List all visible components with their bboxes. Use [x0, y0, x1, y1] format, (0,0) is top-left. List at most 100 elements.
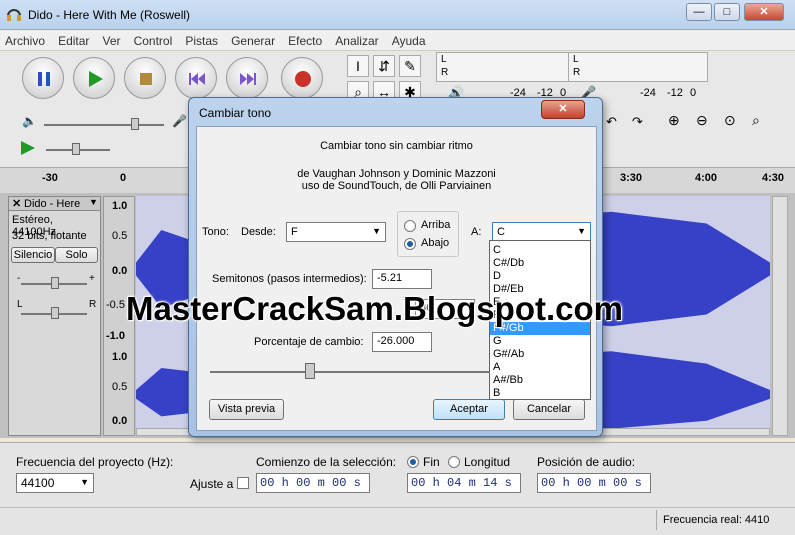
skip-end-button[interactable] [226, 57, 268, 99]
menu-pistas[interactable]: Pistas [180, 31, 223, 51]
menu-analizar[interactable]: Analizar [330, 31, 383, 51]
skip-start-button[interactable] [175, 57, 217, 99]
gain-minus-label: - [17, 273, 21, 284]
title-bar: Dido - Here With Me (Roswell) — □ ✕ [0, 0, 795, 30]
fit-project-icon[interactable]: ⌕ [752, 112, 760, 129]
menu-ayuda[interactable]: Ayuda [387, 31, 431, 51]
fit-selection-icon[interactable]: ⊙ [724, 112, 736, 129]
playback-meter[interactable]: L R [436, 52, 576, 82]
selection-start-field[interactable]: 00 h 00 m 00 s [256, 473, 370, 493]
pitch-label: Tono: [202, 226, 229, 238]
track-control-panel: ✕ Dido - Here ▼ Estéreo, 44100Hz 32 bits… [8, 196, 101, 436]
cancel-button[interactable]: Cancelar [513, 399, 585, 420]
to-label: A: [471, 226, 482, 238]
solo-button[interactable]: Solo [55, 247, 98, 263]
dropdown-option[interactable]: C [490, 244, 590, 257]
dropdown-option[interactable]: B [490, 387, 590, 399]
down-radio[interactable] [404, 238, 416, 250]
chevron-down-icon: ▼ [372, 226, 381, 236]
pause-button[interactable] [22, 57, 64, 99]
dropdown-option[interactable]: G [490, 335, 590, 348]
menu-generar[interactable]: Generar [226, 31, 280, 51]
minimize-button[interactable]: — [686, 3, 712, 21]
rec-tick: -24 [640, 87, 656, 99]
percent-slider[interactable] [210, 371, 495, 373]
menu-control[interactable]: Control [129, 31, 178, 51]
percent-slider-thumb[interactable] [304, 363, 315, 379]
dropdown-option[interactable]: A#/Bb [490, 374, 590, 387]
record-meter[interactable]: L R [568, 52, 708, 82]
vertical-scrollbar[interactable] [772, 196, 788, 436]
play-button[interactable] [73, 57, 115, 99]
stop-button[interactable] [124, 57, 166, 99]
selection-end-field[interactable]: 00 h 04 m 14 s [407, 473, 521, 493]
menu-efecto[interactable]: Efecto [283, 31, 327, 51]
semitones-field[interactable]: -5.21 [372, 269, 432, 289]
meter-left-label: L [573, 54, 579, 65]
semitones-label: Semitonos (pasos intermedios): [212, 273, 367, 285]
gain-slider-thumb[interactable] [51, 277, 59, 289]
up-radio-label: Arriba [421, 219, 451, 231]
envelope-tool-icon[interactable]: ⇵ [373, 55, 395, 77]
dropdown-option[interactable]: A [490, 361, 590, 374]
end-radio-label: Fin [423, 455, 440, 469]
project-rate-combo[interactable]: 44100 ▼ [16, 473, 94, 493]
maximize-button[interactable]: □ [714, 3, 740, 21]
mute-button[interactable]: Silencio [11, 247, 55, 263]
zoom-out-icon[interactable]: ⊖ [696, 112, 708, 129]
meter-left-label: L [441, 54, 447, 65]
menu-archivo[interactable]: Archivo [0, 31, 50, 51]
gain-plus-label: + [89, 273, 95, 284]
speed-slider-thumb[interactable] [72, 143, 80, 155]
dialog-close-button[interactable]: ✕ [541, 100, 585, 119]
ruler-tick: 3:30 [620, 172, 643, 184]
end-radio[interactable] [407, 456, 419, 468]
scale-tick: 1.0 [112, 200, 128, 212]
status-bar: Frecuencia real: 4410 [0, 507, 795, 535]
draw-tool-icon[interactable]: ✎ [399, 55, 421, 77]
project-rate-value: 44100 [21, 476, 55, 490]
pan-slider-thumb[interactable] [51, 307, 59, 319]
to-pitch-combo[interactable]: C ▼ [492, 222, 591, 242]
audio-position-field[interactable]: 00 h 00 m 00 s [537, 473, 651, 493]
dialog-credit-authors: de Vaughan Johnson y Dominic Mazzoni [297, 168, 496, 180]
menu-ver[interactable]: Ver [98, 31, 126, 51]
meter-right-label: R [441, 67, 449, 78]
dropdown-option[interactable]: G#/Ab [490, 348, 590, 361]
dropdown-option[interactable]: C#/Db [490, 257, 590, 270]
dropdown-option[interactable]: D [490, 270, 590, 283]
from-label: Desde: [241, 226, 276, 238]
snap-to-label: Ajuste a [190, 477, 234, 491]
undo-icon[interactable]: ↶ [606, 114, 617, 130]
close-button[interactable]: ✕ [744, 3, 784, 21]
headphones-icon [6, 7, 22, 21]
project-rate-label: Frecuencia del proyecto (Hz): [16, 455, 174, 469]
skip-start-icon [189, 73, 205, 85]
percent-change-field[interactable]: -26.000 [372, 332, 432, 352]
track-header[interactable]: ✕ Dido - Here ▼ [9, 197, 100, 211]
from-pitch-combo[interactable]: F ▼ [286, 222, 386, 242]
menu-editar[interactable]: Editar [53, 31, 94, 51]
volume-slider-thumb[interactable] [131, 118, 139, 130]
record-button[interactable] [281, 57, 323, 99]
length-radio[interactable] [448, 456, 460, 468]
track-bit-depth: 32 bits, flotante [12, 230, 87, 242]
ok-button[interactable]: Aceptar [433, 399, 505, 420]
track-name[interactable]: Dido - Here [24, 198, 80, 210]
play-at-speed-icon[interactable] [20, 140, 36, 159]
track-menu-arrow-icon[interactable]: ▼ [89, 197, 98, 207]
selection-tool-icon[interactable]: I [347, 55, 369, 77]
track-close-icon[interactable]: ✕ [12, 197, 21, 210]
ruler-tick: 4:30 [762, 172, 785, 184]
preview-button[interactable]: Vista previa [209, 399, 284, 420]
up-radio[interactable] [404, 220, 416, 232]
zoom-in-icon[interactable]: ⊕ [668, 112, 680, 129]
chevron-down-icon: ▼ [577, 226, 586, 236]
meter-right-label: R [573, 67, 581, 78]
audio-position-label: Posición de audio: [537, 455, 636, 469]
redo-icon[interactable]: ↷ [632, 114, 643, 130]
volume-slider[interactable] [44, 124, 164, 126]
down-radio-label: Abajo [421, 237, 450, 249]
snap-to-checkbox[interactable] [237, 477, 249, 489]
scale-tick: 1.0 [112, 351, 128, 363]
